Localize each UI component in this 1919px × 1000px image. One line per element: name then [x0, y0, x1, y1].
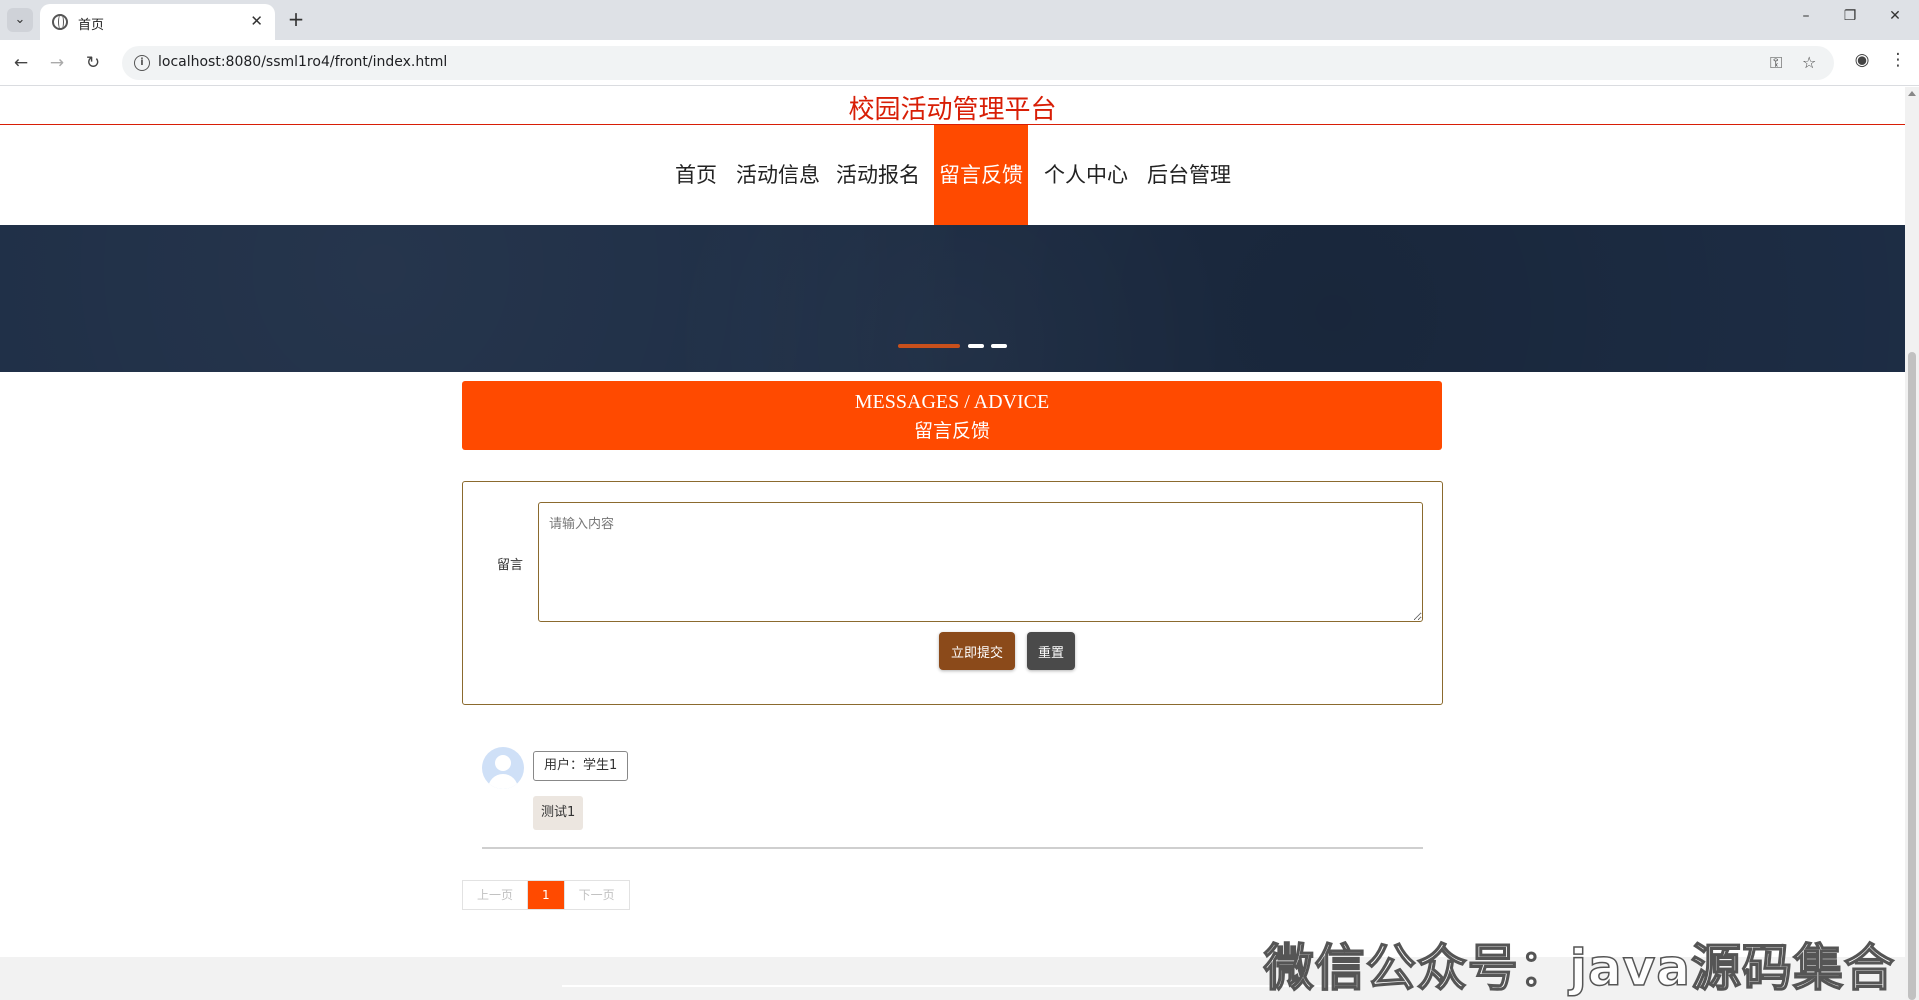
nav-item-home[interactable]: 首页	[665, 125, 727, 225]
section-title-en: MESSAGES / ADVICE	[854, 391, 1050, 413]
message-form: 留言 立即提交 重置	[462, 481, 1443, 705]
browser-toolbar: ← → ↻ i localhost:8080/ssml1ro4/front/in…	[0, 40, 1919, 86]
scroll-thumb[interactable]	[1908, 352, 1916, 1000]
tab-search-button[interactable]: ⌄	[7, 8, 33, 32]
nav-item-admin[interactable]: 后台管理	[1142, 125, 1236, 225]
watermark-text: 微信公众号：java源码集合	[1263, 938, 1895, 998]
message-content: 测试1	[533, 796, 584, 830]
message-user: 用户：学生1	[533, 751, 629, 781]
avatar-head-icon	[495, 755, 511, 771]
restore-icon[interactable]: ❐	[1840, 8, 1860, 24]
banner-carousel	[0, 225, 1905, 372]
nav-item-feedback[interactable]: 留言反馈	[934, 125, 1028, 225]
reload-icon[interactable]: ↻	[80, 50, 106, 76]
message-label: 留言	[497, 558, 524, 573]
carousel-indicator-3[interactable]	[991, 344, 1007, 348]
password-key-icon[interactable]: ⚿	[1770, 53, 1782, 73]
close-window-icon[interactable]: ✕	[1885, 8, 1905, 24]
message-textarea[interactable]	[538, 502, 1423, 622]
globe-icon	[52, 14, 68, 30]
avatar	[482, 747, 524, 789]
page-viewport: 校园活动管理平台 首页 活动信息 活动报名 留言反馈 个人中心 后台管理 MES…	[0, 87, 1905, 1000]
menu-kebab-icon[interactable]: ⋮	[1885, 50, 1911, 70]
reset-button[interactable]: 重置	[1027, 632, 1075, 670]
nav-item-activity-signup[interactable]: 活动报名	[831, 125, 925, 225]
bookmark-star-icon[interactable]: ☆	[1802, 53, 1816, 72]
carousel-indicator-1[interactable]	[898, 344, 960, 348]
back-icon[interactable]: ←	[8, 50, 34, 76]
avatar-body-icon	[488, 774, 518, 789]
next-page-button[interactable]: 下一页	[563, 881, 629, 909]
url-text[interactable]: localhost:8080/ssml1ro4/front/index.html	[158, 54, 447, 70]
footer-line	[562, 985, 1342, 987]
profile-icon[interactable]: ◉	[1849, 50, 1875, 70]
section-title-zh: 留言反馈	[913, 420, 990, 442]
submit-button[interactable]: 立即提交	[939, 632, 1015, 670]
main-nav: 首页 活动信息 活动报名 留言反馈 个人中心 后台管理	[0, 125, 1905, 225]
pagination: 上一页 1 下一页	[462, 880, 630, 910]
nav-item-personal-center[interactable]: 个人中心	[1039, 125, 1133, 225]
prev-page-button[interactable]: 上一页	[463, 881, 528, 909]
address-bar[interactable]: i localhost:8080/ssml1ro4/front/index.ht…	[122, 46, 1834, 80]
nav-item-activity-info[interactable]: 活动信息	[731, 125, 825, 225]
close-tab-icon[interactable]: ✕	[250, 12, 263, 30]
forward-icon[interactable]: →	[44, 50, 70, 76]
message-divider	[482, 847, 1423, 849]
browser-tab[interactable]: 首页 ✕	[40, 4, 275, 40]
site-info-icon[interactable]: i	[134, 55, 150, 71]
minimize-icon[interactable]: –	[1796, 8, 1816, 24]
site-title: 校园活动管理平台	[848, 95, 1057, 125]
current-page-button[interactable]: 1	[527, 881, 564, 909]
new-tab-button[interactable]: +	[283, 7, 309, 31]
carousel-indicator-2[interactable]	[968, 344, 984, 348]
browser-tabbar: ⌄ 首页 ✕ + – ❐ ✕	[0, 0, 1919, 40]
tab-title: 首页	[78, 18, 105, 33]
page-scrollbar[interactable]	[1905, 87, 1919, 1000]
scroll-up-arrow-icon[interactable]	[1908, 91, 1916, 96]
section-header: MESSAGES / ADVICE 留言反馈	[462, 381, 1442, 450]
